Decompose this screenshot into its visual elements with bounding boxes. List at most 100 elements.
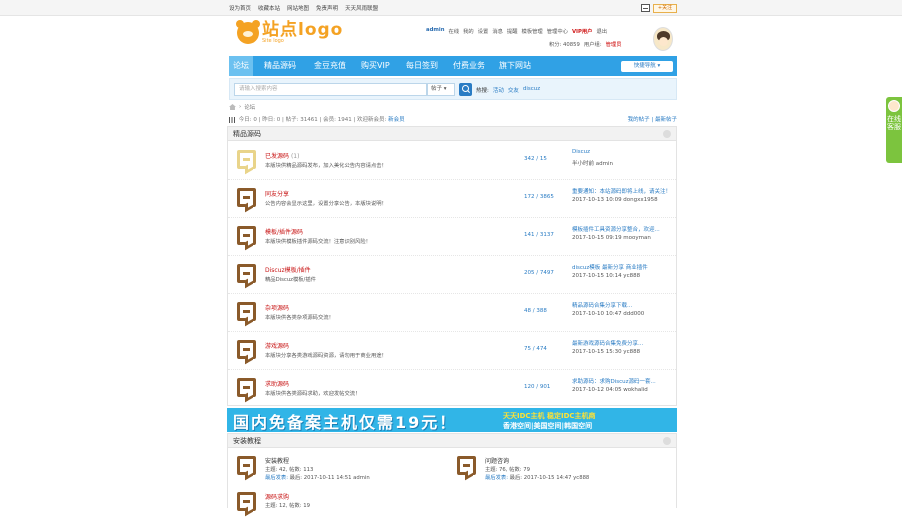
user-link-templates[interactable]: 模板管理	[522, 27, 543, 35]
forum-icon[interactable]	[237, 226, 256, 245]
breadcrumb-current[interactable]: 论坛	[244, 103, 255, 111]
nav-buy-vip[interactable]: 购买VIP	[361, 56, 390, 76]
forum-cell: 安装教程 主题: 42, 帖数: 113 最后发表: 最后: 2017-10-1…	[228, 454, 448, 490]
my-posts-links[interactable]: 我的帖子 | 最新帖子	[628, 115, 677, 123]
follow-button[interactable]: +关注	[653, 4, 677, 13]
top-link-sitemap[interactable]: 网站地图	[287, 4, 309, 12]
username-link[interactable]: admin	[426, 27, 444, 35]
vip-link[interactable]: VIP用户	[572, 27, 593, 35]
online-status[interactable]: 在线	[448, 27, 459, 35]
forum-title[interactable]: 源码求购	[265, 492, 289, 501]
forum-row: 模板/插件源码 本版块供模板插件源码交流！注意识别风险！ 141 / 3137 …	[228, 218, 676, 256]
search-input[interactable]: 请输入搜索内容	[234, 83, 427, 96]
last-post-meta: 半小时前 admin	[572, 161, 613, 167]
nav-forum[interactable]: 论坛	[229, 56, 253, 76]
forum-counts: 48 / 388	[524, 308, 547, 314]
hot-link[interactable]: 活动	[493, 86, 504, 94]
last-post: 最后发表: 最后: 2017-10-15 14:47 yc888	[485, 475, 590, 481]
hot-search: 热搜: 活动 交友 discuz	[476, 86, 540, 94]
forum-icon[interactable]	[457, 456, 476, 475]
logout-link[interactable]: 退出	[596, 27, 607, 35]
forum-title[interactable]: 模板/插件源码	[265, 227, 303, 236]
forum-desc: 本版块供各类源码求助，欢迎发帖交流！	[265, 391, 361, 397]
last-post-link[interactable]: Discuz	[572, 149, 670, 155]
new-member-link[interactable]: 新会员	[388, 117, 405, 123]
breadcrumb-sep: ›	[239, 104, 242, 110]
user-link-settings[interactable]: 设置	[478, 27, 489, 35]
forum-title[interactable]: 求助源码	[265, 379, 289, 388]
home-icon[interactable]	[229, 104, 236, 110]
user-group-label: 用户组:	[583, 42, 602, 48]
forum-title[interactable]: 同友分享	[265, 189, 289, 198]
collapse-icon[interactable]	[663, 437, 671, 445]
last-post-link[interactable]: 求助源码：求购Discuz源码一套...	[572, 377, 670, 385]
search-scope-select[interactable]: 帖子 ▾	[427, 83, 455, 96]
search-icon[interactable]	[459, 83, 472, 96]
top-bar: 设为首页 收藏本站 网站地图 免责声明 天天风雨联盟 +关注	[0, 0, 902, 16]
hot-link[interactable]: discuz	[523, 86, 540, 94]
forum-icon[interactable]	[237, 340, 256, 359]
last-post-link[interactable]: 最新游戏源码合集免费分享...	[572, 339, 670, 347]
last-post-link[interactable]: discuz模板 最新分享 商业插件	[572, 263, 670, 271]
user-link-notices[interactable]: 提醒	[507, 27, 518, 35]
forum-icon[interactable]	[237, 150, 256, 169]
forum-desc: 精品Discuz模板/插件	[265, 277, 316, 283]
nav-paid[interactable]: 付费业务	[453, 56, 485, 76]
forum-title[interactable]: 杂项源码	[265, 303, 289, 312]
forum-icon[interactable]	[237, 378, 256, 397]
forum-title[interactable]: 游戏源码	[265, 341, 289, 350]
hot-link[interactable]: 交友	[508, 86, 519, 94]
forum-cell: 源码求购 主题: 12, 帖数: 19	[228, 490, 448, 526]
section-title[interactable]: 安装教程	[233, 437, 261, 445]
bear-logo-icon	[236, 20, 260, 44]
forum-icon[interactable]	[237, 302, 256, 321]
last-post-link[interactable]: 重要通知：本站源码即将上线，请关注！	[572, 187, 670, 195]
top-link-bookmark[interactable]: 收藏本站	[258, 4, 280, 12]
forum-title[interactable]: Discuz模板/插件	[265, 265, 311, 274]
nav-sites[interactable]: 旗下网站	[499, 56, 531, 76]
banner-line1: 天天IDC主机 稳定IDC主机商	[503, 412, 596, 420]
user-link-mine[interactable]: 我的	[463, 27, 474, 35]
logo-text: 站点logo Site logo	[262, 20, 344, 44]
last-post: 最后发表: 最后: 2017-10-11 14:51 admin	[265, 475, 370, 481]
collapse-icon[interactable]	[663, 130, 671, 138]
header: 站点logo Site logo admin 在线 我的 设置 消息 提醒 模板…	[229, 16, 677, 54]
nav-source[interactable]: 精品源码	[264, 56, 296, 76]
nav-recharge[interactable]: 金豆充值	[314, 56, 346, 76]
switch-width-icon[interactable]	[641, 4, 650, 12]
avatar[interactable]	[653, 27, 673, 51]
stats-text: 今日: 0 | 昨日: 0 | 帖子: 31461 | 会员: 1941 | 欢…	[238, 117, 387, 123]
forum-counts: 205 / 7497	[524, 270, 554, 276]
stats-chart-icon	[229, 116, 235, 123]
user-link-messages[interactable]: 消息	[492, 27, 503, 35]
top-link-alliance[interactable]: 天天风雨联盟	[345, 4, 378, 12]
user-group[interactable]: 管理员	[606, 40, 622, 48]
forum-title[interactable]: 安装教程	[265, 456, 289, 465]
service-avatar-icon	[888, 100, 900, 112]
last-post-link[interactable]: 精品源码合集分享下载...	[572, 301, 670, 309]
nav-checkin[interactable]: 每日签到	[406, 56, 438, 76]
breadcrumb: › 论坛	[229, 103, 255, 111]
user-points[interactable]: 积分: 40859	[549, 40, 580, 48]
section-title[interactable]: 精品源码	[233, 130, 261, 138]
forum-icon[interactable]	[237, 188, 256, 207]
ad-banner[interactable]: 国内免备案主机仅需19元！ 天天IDC主机 稳定IDC主机商 香港空间|美国空间…	[227, 408, 677, 432]
forum-counts: 75 / 474	[524, 346, 547, 352]
user-link-admin[interactable]: 管理中心	[547, 27, 568, 35]
last-post-meta: 2017-10-15 09:19 mooyman	[572, 235, 651, 241]
site-logo[interactable]: 站点logo Site logo	[236, 20, 344, 44]
forum-icon[interactable]	[237, 264, 256, 283]
online-service-button[interactable]: 在线客服	[886, 97, 902, 163]
quick-nav-button[interactable]: 快捷导航 ▾	[621, 61, 673, 72]
forum-row: 求助源码 本版块供各类源码求助，欢迎发帖交流！ 120 / 901 求助源码：求…	[228, 370, 676, 408]
last-post-link[interactable]: 模板插件工具资源分享整合，欢迎...	[572, 225, 670, 233]
top-link-homepage[interactable]: 设为首页	[229, 4, 251, 12]
forum-row: Discuz模板/插件 精品Discuz模板/插件 205 / 7497 dis…	[228, 256, 676, 294]
top-link-disclaimer[interactable]: 免责声明	[316, 4, 338, 12]
forum-counts: 342 / 15	[524, 156, 547, 162]
forum-icon[interactable]	[237, 456, 256, 475]
forum-title[interactable]: 已发源码 (1)	[265, 151, 299, 160]
forum-title[interactable]: 问题咨询	[485, 456, 509, 465]
forum-icon[interactable]	[237, 492, 256, 511]
forum-counts: 120 / 901	[524, 384, 551, 390]
